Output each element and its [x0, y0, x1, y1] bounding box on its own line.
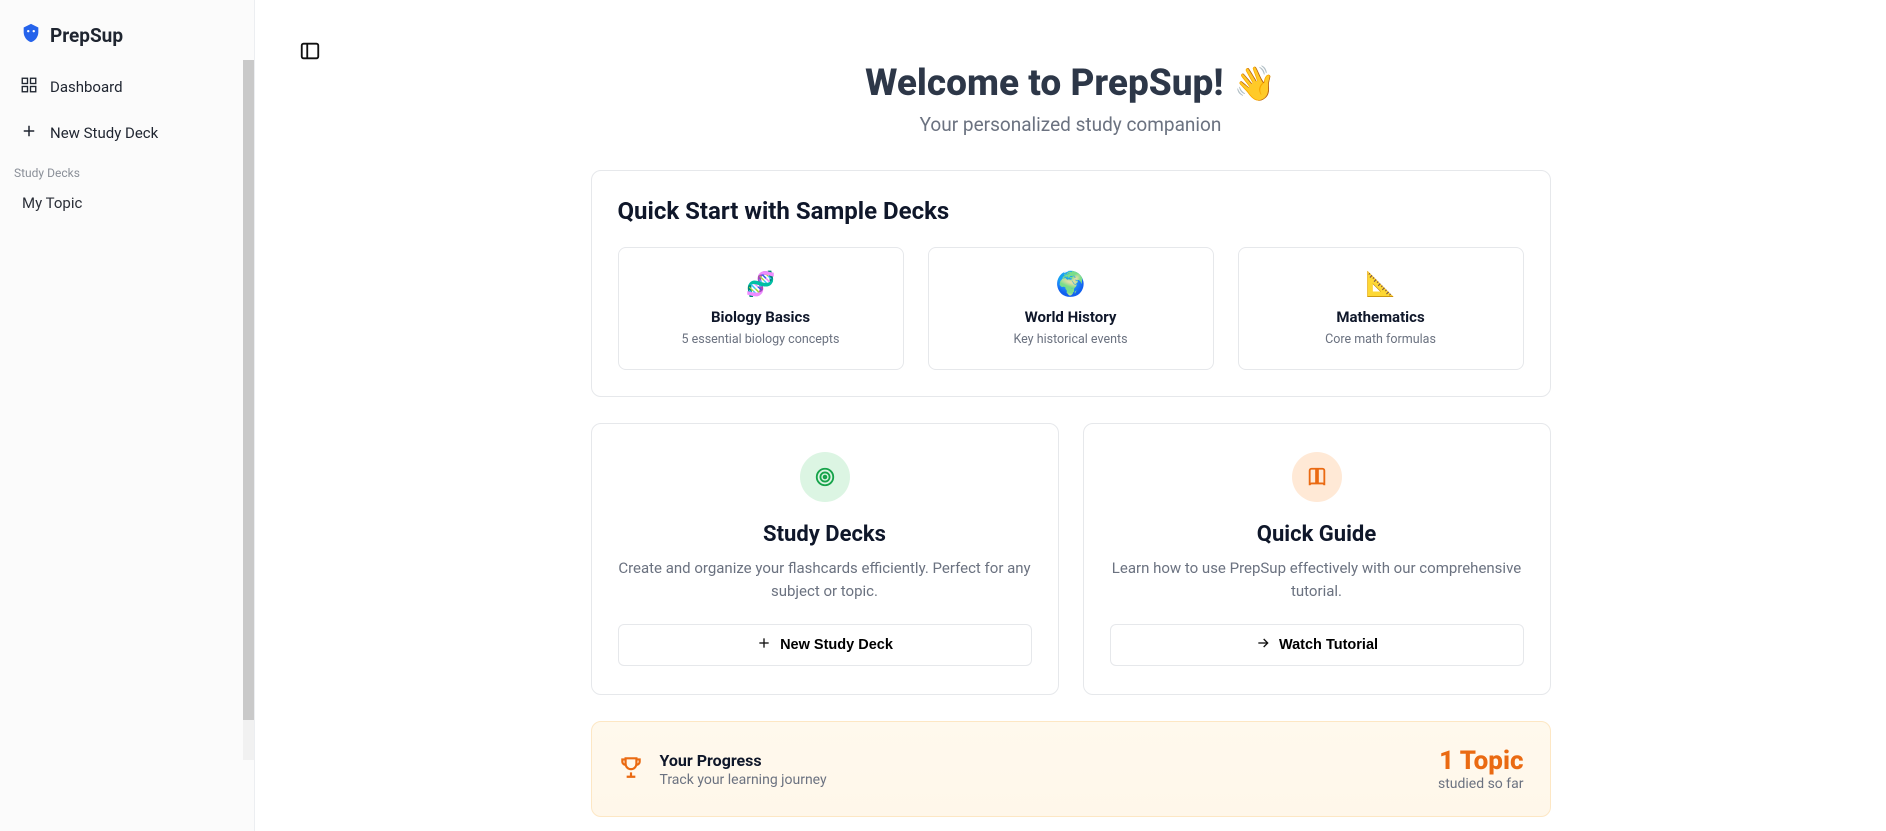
panel-title: Study Decks: [618, 522, 1032, 547]
book-icon: [1292, 452, 1342, 502]
button-label: New Study Deck: [780, 637, 893, 653]
sample-deck-math[interactable]: 📐 Mathematics Core math formulas: [1238, 247, 1524, 370]
triangle-ruler-icon: 📐: [1249, 270, 1513, 298]
brand-text: PrepSup: [50, 24, 123, 47]
progress-count: 1 Topic: [1438, 746, 1524, 776]
sample-title: World History: [939, 308, 1203, 326]
progress-subtitle: Track your learning journey: [660, 772, 827, 788]
sidebar-item-label: Dashboard: [50, 78, 123, 96]
scrollbar-track[interactable]: [243, 60, 254, 760]
sample-title: Mathematics: [1249, 308, 1513, 326]
progress-title: Your Progress: [660, 751, 827, 770]
target-icon: [800, 452, 850, 502]
new-study-deck-button[interactable]: New Study Deck: [618, 624, 1032, 666]
sidebar-item-label: New Study Deck: [50, 124, 158, 142]
wave-icon: 👋: [1234, 64, 1276, 104]
panel-desc: Learn how to use PrepSup effectively wit…: [1110, 557, 1524, 602]
sample-desc: 5 essential biology concepts: [629, 332, 893, 347]
main-area: Welcome to PrepSup! 👋 Your personalized …: [255, 0, 1886, 831]
owl-icon: [20, 22, 42, 48]
arrow-right-icon: [1255, 635, 1271, 655]
panel-left-icon: [299, 47, 321, 66]
sample-desc: Key historical events: [939, 332, 1203, 347]
panel-desc: Create and organize your flashcards effi…: [618, 557, 1032, 602]
sidebar-item-new-deck[interactable]: New Study Deck: [10, 112, 244, 154]
globe-icon: 🌍: [939, 270, 1203, 298]
page-title-text: Welcome to PrepSup!: [865, 62, 1223, 105]
hero: Welcome to PrepSup! 👋 Your personalized …: [591, 62, 1551, 136]
sidebar-toggle-button[interactable]: [299, 40, 321, 66]
button-label: Watch Tutorial: [1279, 637, 1378, 653]
quick-start-heading: Quick Start with Sample Decks: [618, 197, 1524, 225]
progress-card: Your Progress Track your learning journe…: [591, 721, 1551, 817]
progress-so-far: studied so far: [1438, 776, 1524, 792]
sidebar-topic-label: My Topic: [22, 194, 82, 212]
plus-icon: [20, 122, 38, 144]
sample-deck-history[interactable]: 🌍 World History Key historical events: [928, 247, 1214, 370]
dashboard-icon: [20, 76, 38, 98]
sidebar: PrepSup Dashboard New Study Deck Study D…: [0, 0, 255, 831]
plus-icon: [756, 635, 772, 655]
sidebar-item-dashboard[interactable]: Dashboard: [10, 66, 244, 108]
scrollbar-thumb[interactable]: [243, 60, 254, 720]
sidebar-section-label: Study Decks: [10, 154, 244, 186]
page-subtitle: Your personalized study companion: [591, 113, 1551, 136]
sample-desc: Core math formulas: [1249, 332, 1513, 347]
trophy-icon: [618, 754, 644, 784]
sample-deck-biology[interactable]: 🧬 Biology Basics 5 essential biology con…: [618, 247, 904, 370]
watch-tutorial-button[interactable]: Watch Tutorial: [1110, 624, 1524, 666]
dna-icon: 🧬: [629, 270, 893, 298]
panels-row: Study Decks Create and organize your fla…: [591, 423, 1551, 695]
page-title: Welcome to PrepSup! 👋: [865, 62, 1276, 105]
sample-title: Biology Basics: [629, 308, 893, 326]
study-decks-panel: Study Decks Create and organize your fla…: [591, 423, 1059, 695]
brand[interactable]: PrepSup: [10, 18, 244, 66]
quick-start-card: Quick Start with Sample Decks 🧬 Biology …: [591, 170, 1551, 397]
panel-title: Quick Guide: [1110, 522, 1524, 547]
sidebar-topic-item[interactable]: My Topic: [10, 186, 244, 220]
quick-guide-panel: Quick Guide Learn how to use PrepSup eff…: [1083, 423, 1551, 695]
